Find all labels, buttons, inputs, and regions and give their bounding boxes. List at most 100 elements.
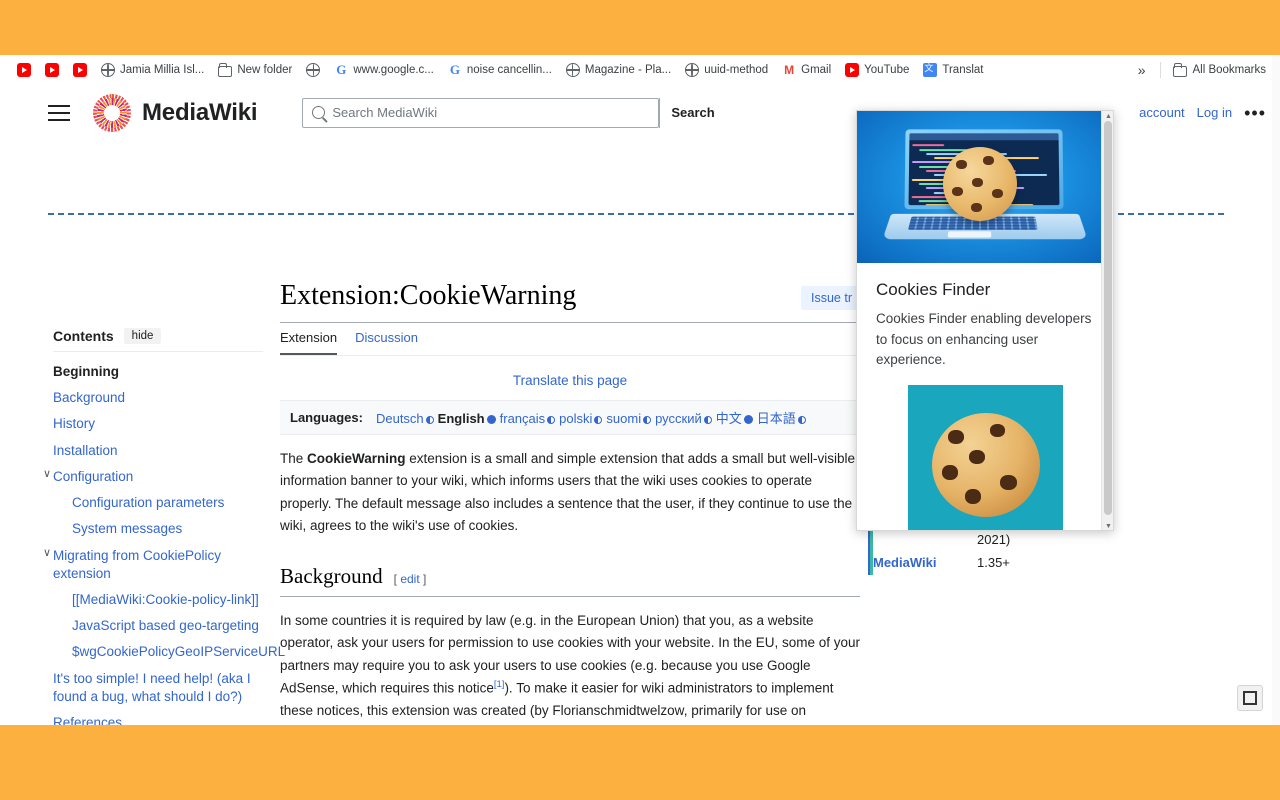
bookmark-label: Gmail	[801, 64, 832, 76]
tab-discussion[interactable]: Discussion	[355, 330, 418, 355]
search-icon	[312, 106, 326, 119]
section-edit-link: [ edit ]	[393, 572, 427, 587]
language-link[interactable]: suomi	[606, 411, 652, 426]
bookmark-item[interactable]	[38, 60, 66, 80]
reference-marker[interactable]: [1]	[494, 679, 505, 690]
toc-item-label: References	[53, 715, 123, 725]
languages-list: Deutsch English français polski suomi русский…	[376, 408, 810, 427]
issue-tracker-button[interactable]: Issue tr	[801, 286, 862, 310]
language-link[interactable]: Deutsch	[376, 411, 434, 426]
toc-item-label: System messages	[72, 521, 183, 537]
toc-item[interactable]: Background	[53, 385, 263, 411]
extension-name: CookieWarning	[307, 451, 406, 466]
cookies-finder-popup: Cookies Finder Cookies Finder enabling d…	[856, 110, 1114, 531]
page-scrollbar[interactable]	[1272, 55, 1280, 725]
intro-paragraph: The CookieWarning extension is a small a…	[280, 448, 860, 537]
toc-item[interactable]: Beginning	[53, 359, 263, 385]
translate-this-page-link[interactable]: Translate this page	[280, 373, 860, 388]
edit-link[interactable]: edit	[400, 572, 419, 586]
toc-item-label: [[MediaWiki:Cookie-policy-link]]	[72, 591, 259, 607]
scroll-up-arrow[interactable]: ▲	[1105, 113, 1112, 120]
gmail-icon: M	[784, 63, 795, 77]
search-input[interactable]	[325, 104, 659, 121]
chevron-down-icon[interactable]: ∨	[43, 468, 51, 480]
toc-item[interactable]: History	[53, 411, 263, 437]
chevron-down-icon[interactable]: ∨	[43, 547, 51, 559]
folder-icon	[1172, 62, 1187, 77]
toc-title: Contents	[53, 328, 114, 344]
article-tabs: Extension Discussion	[280, 330, 860, 356]
toc-item[interactable]: Installation	[53, 438, 263, 464]
tab-extension[interactable]: Extension	[280, 330, 338, 355]
language-link[interactable]: français	[500, 411, 556, 426]
toc-item[interactable]: It's too simple! I need help! (aka I fou…	[53, 666, 263, 710]
bookmark-item-google[interactable]: Gwww.google.c...	[327, 60, 441, 80]
bookmark-item[interactable]	[10, 60, 38, 80]
more-options-icon[interactable]: •••	[1244, 104, 1266, 122]
main-menu-icon[interactable]	[48, 104, 70, 121]
toc-item-label: Beginning	[53, 364, 119, 379]
language-link[interactable]: English	[438, 411, 496, 426]
bookmark-item-translate[interactable]: Translat	[916, 60, 990, 80]
bookmark-label: uuid-method	[704, 64, 769, 76]
bookmark-label: New folder	[237, 64, 293, 76]
intro-pre: The	[280, 451, 308, 466]
bookmark-item-jamia[interactable]: Jamia Millia Isl...	[94, 60, 211, 80]
login-link[interactable]: Log in	[1197, 105, 1232, 120]
create-account-link[interactable]: account	[1139, 105, 1185, 120]
section-heading-background: Background [ edit ]	[280, 564, 860, 598]
bookmark-label: Translat	[942, 64, 984, 76]
google-icon: G	[449, 62, 460, 77]
mediawiki-logo-link[interactable]: MediaWiki	[93, 93, 258, 132]
all-bookmarks-button[interactable]: All Bookmarks	[1167, 61, 1273, 80]
toc-item-label: It's too simple! I need help! (aka I fou…	[53, 670, 251, 704]
bookmark-item-uuid[interactable]: uuid-method	[678, 60, 775, 80]
bookmark-item-noise[interactable]: Gnoise cancellin...	[441, 60, 559, 80]
translation-status-dot	[547, 415, 556, 424]
search-box[interactable]	[302, 97, 660, 128]
bookmark-item[interactable]	[66, 60, 94, 80]
toc-item[interactable]: ∨ Configuration	[43, 464, 263, 490]
youtube-icon	[845, 63, 860, 77]
toc-item[interactable]: Configuration parameters	[53, 490, 263, 516]
language-link[interactable]: русский	[655, 411, 712, 426]
bookmark-item-youtube[interactable]: YouTube	[838, 60, 916, 80]
popup-body: Cookies Finder Cookies Finder enabling d…	[857, 263, 1113, 530]
language-link[interactable]: 中文	[716, 411, 753, 426]
youtube-icon	[17, 63, 31, 77]
language-label: français	[499, 411, 546, 426]
bookmark-item-new-folder[interactable]: New folder	[211, 61, 299, 80]
bookmarks-overflow-button[interactable]: »	[1130, 59, 1154, 81]
language-link[interactable]: polski	[559, 411, 603, 426]
bookmark-item-magazine[interactable]: Magazine - Pla...	[559, 60, 678, 80]
bookmark-item-gmail[interactable]: M Gmail	[775, 60, 838, 80]
divider	[53, 351, 263, 352]
fullscreen-button[interactable]	[1237, 685, 1263, 711]
browser-viewport: Jamia Millia Isl... New folder Gwww.goog…	[0, 55, 1280, 725]
language-link[interactable]: 日本語	[757, 411, 806, 426]
toc-item-label: Background	[53, 390, 126, 406]
toc-item-label: Migrating from CookiePolicy extension	[53, 547, 222, 581]
toc-item[interactable]: [[MediaWiki:Cookie-policy-link]]	[53, 587, 263, 613]
page-title: Extension:CookieWarning	[280, 280, 860, 323]
bookmark-label: YouTube	[864, 64, 910, 76]
toc-item[interactable]: $wgCookiePolicyGeoIPServiceURL	[53, 639, 285, 665]
bookmark-item[interactable]	[299, 60, 327, 80]
translation-status-dot	[594, 415, 603, 424]
toc-hide-button[interactable]: hide	[123, 328, 162, 344]
language-label: English	[437, 411, 485, 426]
toc-item[interactable]: References	[53, 710, 263, 725]
globe-icon	[565, 62, 580, 77]
popup-description: Cookies Finder enabling developers to fo…	[876, 311, 1092, 368]
bookmark-label: Jamia Millia Isl...	[120, 64, 205, 76]
toc-item[interactable]: ∨ Migrating from CookiePolicy extension	[43, 543, 263, 587]
toc-item[interactable]: JavaScript based geo-targeting	[53, 613, 263, 639]
popup-title: Cookies Finder	[876, 280, 991, 299]
scrollbar-thumb[interactable]	[1104, 121, 1112, 515]
search-button[interactable]: Search	[659, 97, 726, 128]
language-label: suomi	[606, 411, 642, 426]
toc-item[interactable]: System messages	[53, 516, 263, 542]
cookie-image	[931, 412, 1040, 517]
scroll-down-arrow[interactable]: ▼	[1105, 523, 1112, 530]
popup-scrollbar[interactable]: ▲ ▼	[1101, 111, 1113, 530]
